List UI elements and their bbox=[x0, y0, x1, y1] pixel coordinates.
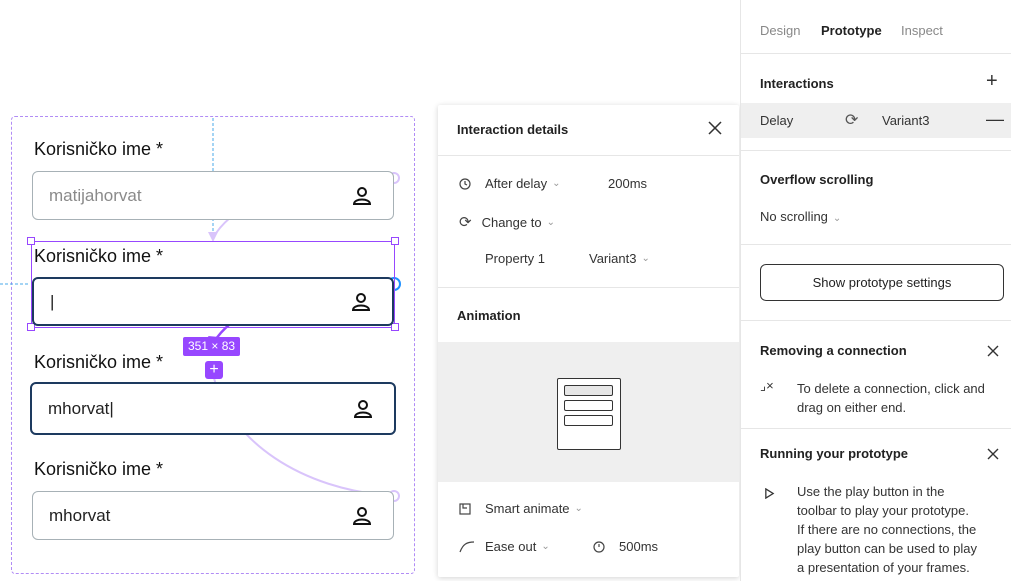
interactions-title: Interactions bbox=[760, 76, 834, 91]
overflow-value: No scrolling bbox=[760, 209, 828, 224]
divider bbox=[438, 287, 739, 288]
chevron-down-icon: ⌄ bbox=[552, 178, 561, 189]
input-value-2: | bbox=[50, 291, 55, 311]
clock-icon bbox=[459, 177, 471, 190]
trigger-label: After delay bbox=[485, 176, 548, 191]
resize-handle-tl[interactable] bbox=[27, 237, 35, 245]
tip-removing-text: To delete a connection, click and drag o… bbox=[797, 381, 985, 415]
animation-title: Animation bbox=[457, 308, 521, 323]
tip-running-title: Running your prototype bbox=[760, 446, 909, 461]
divider bbox=[741, 150, 1011, 151]
preview-frame bbox=[557, 378, 621, 450]
chevron-down-icon: ⌄ bbox=[641, 253, 650, 264]
disconnect-icon: ⌟× bbox=[760, 378, 774, 393]
close-icon[interactable] bbox=[987, 344, 999, 362]
action-dropdown[interactable]: ⟳ Change to ⌄ bbox=[459, 213, 555, 231]
close-icon[interactable] bbox=[987, 447, 999, 465]
username-input-3[interactable]: mhorvat| bbox=[30, 382, 396, 435]
user-icon bbox=[352, 506, 372, 525]
tip-running-line: If there are no connections, the bbox=[797, 522, 977, 537]
animation-preview bbox=[438, 342, 739, 482]
properties-sidebar: Design Prototype Inspect Interactions + … bbox=[740, 0, 1011, 581]
show-prototype-settings-button[interactable]: Show prototype settings bbox=[760, 264, 1004, 301]
divider bbox=[438, 155, 739, 156]
tip-removing-title: Removing a connection bbox=[760, 343, 907, 358]
ease-curve-icon bbox=[459, 540, 475, 552]
delay-input[interactable]: 200ms bbox=[608, 176, 647, 191]
duration-input[interactable]: 500ms bbox=[593, 539, 658, 554]
preview-row bbox=[564, 415, 613, 426]
easing-dropdown[interactable]: Ease out ⌄ bbox=[459, 539, 550, 554]
chevron-down-icon: ⌄ bbox=[546, 216, 555, 228]
tip-running-text: Use the play button in the toolbar to pl… bbox=[797, 482, 1002, 577]
play-icon bbox=[764, 486, 775, 504]
input-value-4: mhorvat bbox=[49, 505, 111, 525]
divider bbox=[741, 53, 1011, 54]
close-icon[interactable] bbox=[708, 121, 722, 135]
field-label-2: Korisničko ime * bbox=[34, 246, 164, 266]
timer-icon bbox=[593, 540, 605, 553]
interaction-target: Variant3 bbox=[882, 113, 930, 128]
interaction-trigger: Delay bbox=[760, 113, 794, 128]
tip-running-line: play button can be used to play bbox=[797, 541, 977, 556]
swap-icon: ⟳ bbox=[459, 214, 472, 231]
details-title: Interaction details bbox=[457, 122, 569, 137]
resize-handle-tr[interactable] bbox=[391, 237, 399, 245]
input-value-3: mhorvat| bbox=[48, 398, 114, 418]
trigger-dropdown[interactable]: After delay ⌄ bbox=[459, 176, 561, 191]
chevron-down-icon: ⌄ bbox=[541, 541, 550, 552]
tab-design[interactable]: Design bbox=[760, 23, 800, 38]
tip-running-line: Use the play button in the bbox=[797, 484, 945, 499]
input-value-1: matijahorvat bbox=[49, 185, 142, 205]
animation-type-dropdown[interactable]: Smart animate ⌄ bbox=[459, 501, 583, 516]
preview-row bbox=[564, 385, 613, 396]
swap-icon: ⟳ bbox=[845, 112, 859, 129]
remove-interaction-icon[interactable]: — bbox=[986, 109, 1004, 130]
field-label-1: Korisničko ime * bbox=[34, 139, 164, 159]
divider bbox=[741, 428, 1011, 429]
overflow-dropdown[interactable]: No scrolling ⌄ bbox=[760, 209, 841, 224]
add-connection-button[interactable]: + bbox=[205, 361, 223, 379]
dimension-badge: 351 × 83 bbox=[183, 337, 241, 356]
field-label-4: Korisničko ime * bbox=[34, 459, 164, 479]
chevron-down-icon: ⌄ bbox=[832, 213, 842, 224]
animation-type-label: Smart animate bbox=[485, 501, 570, 516]
username-input-4[interactable]: mhorvat bbox=[32, 491, 394, 540]
interaction-details-panel: Interaction details After delay ⌄ 200ms ⟳… bbox=[438, 105, 739, 577]
username-input-2[interactable]: | bbox=[32, 277, 394, 326]
tab-prototype[interactable]: Prototype bbox=[821, 23, 882, 38]
property-label: Property 1 bbox=[485, 251, 545, 266]
tip-running-line: a presentation of your frames. bbox=[797, 560, 970, 575]
user-icon bbox=[353, 399, 373, 418]
add-interaction-icon[interactable]: + bbox=[986, 70, 998, 93]
user-icon bbox=[351, 292, 371, 311]
property-value: Variant3 bbox=[589, 251, 637, 266]
user-icon bbox=[352, 186, 372, 205]
preview-row bbox=[564, 400, 613, 411]
action-label: Change to bbox=[481, 214, 542, 230]
smart-animate-icon bbox=[459, 502, 471, 515]
divider bbox=[741, 320, 1011, 321]
divider bbox=[741, 244, 1011, 245]
duration-value: 500ms bbox=[619, 539, 659, 554]
tab-inspect[interactable]: Inspect bbox=[901, 23, 943, 38]
field-label-3: Korisničko ime * bbox=[34, 352, 164, 372]
easing-label: Ease out bbox=[485, 539, 537, 554]
tip-running-line: toolbar to play your prototype. bbox=[797, 503, 969, 518]
property-dropdown[interactable]: Variant3 ⌄ bbox=[589, 251, 650, 266]
overflow-title: Overflow scrolling bbox=[760, 172, 874, 187]
interaction-row[interactable]: Delay ⟳ Variant3 — bbox=[741, 103, 1011, 138]
username-input-1[interactable]: matijahorvat bbox=[32, 171, 394, 220]
chevron-down-icon: ⌄ bbox=[574, 503, 583, 514]
